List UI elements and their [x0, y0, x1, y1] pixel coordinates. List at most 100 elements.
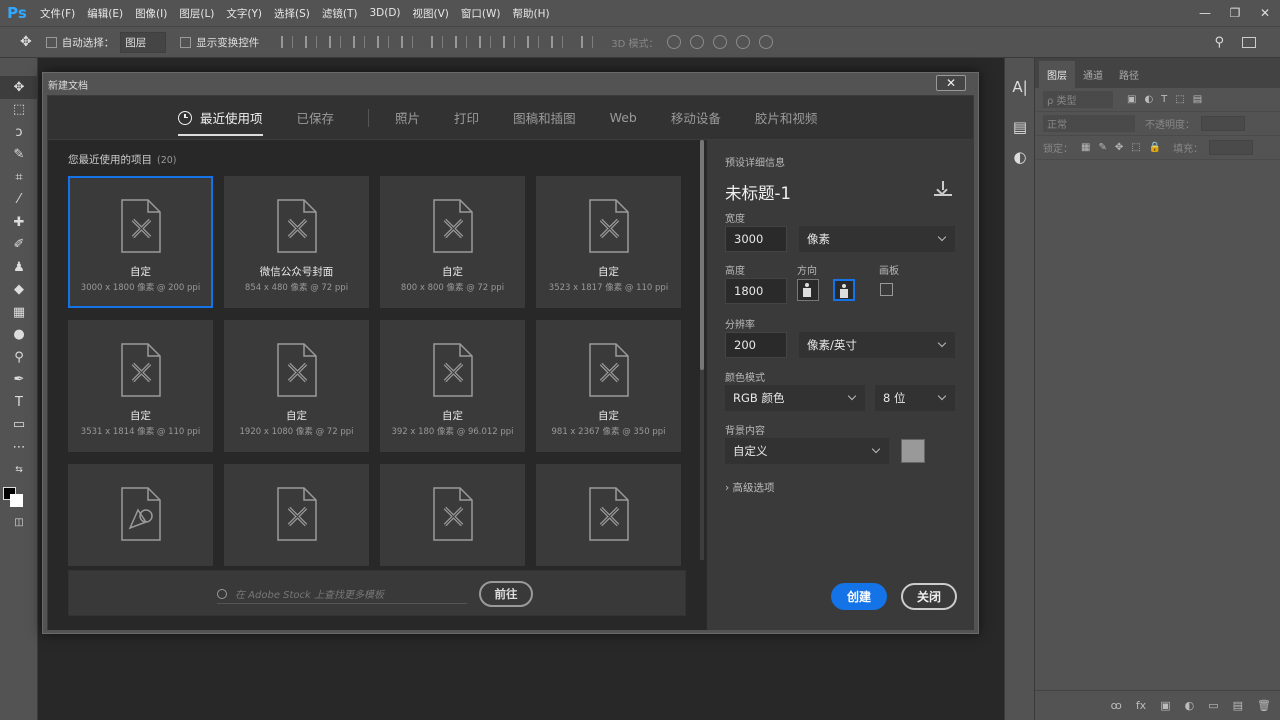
- menu-image[interactable]: 图像(I): [129, 6, 173, 21]
- distribute-left-icon[interactable]: [503, 36, 516, 48]
- presets-scrollbar[interactable]: [700, 140, 704, 560]
- color-swatches-icon[interactable]: [0, 481, 38, 511]
- width-input[interactable]: 3000: [725, 226, 787, 252]
- marquee-tool-icon[interactable]: ⬚: [0, 99, 38, 122]
- menu-filter[interactable]: 滤镜(T): [316, 6, 364, 21]
- tab-channels[interactable]: 通道: [1075, 61, 1111, 88]
- dialog-close-button[interactable]: ✕: [936, 75, 966, 91]
- lock-icons[interactable]: ▦✎✥⬚🔒: [1081, 142, 1169, 153]
- character-panel-icon[interactable]: A|: [1005, 72, 1035, 102]
- stamp-tool-icon[interactable]: ♟: [0, 256, 38, 279]
- close-window-button[interactable]: ✕: [1250, 0, 1280, 26]
- menu-type[interactable]: 文字(Y): [220, 6, 268, 21]
- preset-card[interactable]: [536, 464, 681, 566]
- tab-film-video[interactable]: 胶片和视频: [755, 96, 818, 140]
- menu-edit[interactable]: 编辑(E): [81, 6, 129, 21]
- blend-mode-dropdown[interactable]: 正常: [1043, 115, 1135, 132]
- align-top-icon[interactable]: [281, 36, 294, 48]
- preset-card[interactable]: 自定 3000 x 1800 像素 @ 200 ppi: [68, 176, 213, 308]
- eyedropper-tool-icon[interactable]: ⁄: [0, 189, 38, 212]
- layer-kind-filter[interactable]: ρ 类型: [1043, 91, 1113, 108]
- tab-layers[interactable]: 图层: [1039, 61, 1075, 88]
- type-tool-icon[interactable]: T: [0, 391, 38, 414]
- new-layer-icon[interactable]: ▤: [1233, 699, 1243, 712]
- align-middle-icon[interactable]: [305, 36, 318, 48]
- preset-card[interactable]: [380, 464, 525, 566]
- preset-card[interactable]: 自定 1920 x 1080 像素 @ 72 ppi: [224, 320, 369, 452]
- preset-card[interactable]: [68, 464, 213, 566]
- gradient-tool-icon[interactable]: ▦: [0, 301, 38, 324]
- tab-mobile[interactable]: 移动设备: [671, 96, 721, 140]
- menu-window[interactable]: 窗口(W): [455, 6, 507, 21]
- slide-3d-icon[interactable]: [736, 35, 751, 49]
- menu-select[interactable]: 选择(S): [268, 6, 316, 21]
- tab-art-illustration[interactable]: 图稿和插图: [513, 96, 576, 140]
- eraser-tool-icon[interactable]: ◆: [0, 279, 38, 302]
- tab-photo[interactable]: 照片: [395, 96, 420, 140]
- distribute-top-icon[interactable]: [431, 36, 444, 48]
- advanced-options-toggle[interactable]: › 高级选项: [725, 480, 775, 495]
- auto-select-dropdown[interactable]: 图层: [120, 31, 167, 53]
- minimize-button[interactable]: —: [1190, 0, 1220, 26]
- shape-tool-icon[interactable]: ▭: [0, 414, 38, 437]
- bit-depth-select[interactable]: 8 位: [875, 385, 955, 411]
- link-layers-icon[interactable]: ꝏ: [1111, 699, 1122, 712]
- show-transform-checkbox[interactable]: [180, 36, 192, 48]
- tab-paths[interactable]: 路径: [1111, 61, 1147, 88]
- preset-card[interactable]: 自定 800 x 800 像素 @ 72 ppi: [380, 176, 525, 308]
- tab-recent[interactable]: 最近使用项: [178, 96, 263, 140]
- artboard-checkbox[interactable]: [880, 283, 893, 296]
- quick-select-tool-icon[interactable]: ✎: [0, 144, 38, 167]
- align-center-icon[interactable]: [377, 36, 390, 48]
- scrollbar-thumb[interactable]: [700, 140, 704, 370]
- restore-button[interactable]: ❐: [1220, 0, 1250, 26]
- adjustments-panel-icon[interactable]: ◐: [1005, 142, 1035, 172]
- color-mode-select[interactable]: RGB 颜色: [725, 385, 865, 411]
- healing-tool-icon[interactable]: ✚: [0, 211, 38, 234]
- menu-file[interactable]: 文件(F): [34, 6, 81, 21]
- preset-card[interactable]: 自定 3531 x 1814 像素 @ 110 ppi: [68, 320, 213, 452]
- background-select[interactable]: 自定义: [725, 438, 889, 464]
- auto-align-icon[interactable]: [581, 36, 594, 48]
- menu-view[interactable]: 视图(V): [407, 6, 455, 21]
- width-unit-select[interactable]: 像素: [799, 226, 955, 252]
- tab-saved[interactable]: 已保存: [297, 96, 335, 140]
- dodge-tool-icon[interactable]: ⚲: [0, 346, 38, 369]
- height-input[interactable]: 1800: [725, 278, 787, 304]
- distribute-right-icon[interactable]: [551, 36, 564, 48]
- portrait-orientation-button[interactable]: [797, 279, 819, 301]
- fill-input[interactable]: [1209, 140, 1254, 155]
- go-button[interactable]: 前往: [479, 581, 533, 607]
- delete-layer-icon[interactable]: 🗑: [1257, 699, 1271, 712]
- distribute-center-icon[interactable]: [527, 36, 540, 48]
- add-mask-icon[interactable]: ▣: [1160, 699, 1170, 712]
- background-color-swatch[interactable]: [901, 439, 925, 463]
- menu-help[interactable]: 帮助(H): [507, 6, 556, 21]
- pen-tool-icon[interactable]: ✒: [0, 369, 38, 392]
- document-name[interactable]: 未标题-1: [725, 180, 791, 204]
- pan-3d-icon[interactable]: [713, 35, 728, 49]
- more-tools-icon[interactable]: ⋯: [0, 436, 38, 459]
- menu-3d[interactable]: 3D(D): [363, 7, 406, 19]
- preset-card[interactable]: 自定 981 x 2367 像素 @ 350 ppi: [536, 320, 681, 452]
- save-preset-icon[interactable]: [934, 181, 952, 196]
- crop-tool-icon[interactable]: ⌗: [0, 166, 38, 189]
- blur-tool-icon[interactable]: ●: [0, 324, 38, 347]
- distribute-middle-icon[interactable]: [455, 36, 468, 48]
- resolution-input[interactable]: 200: [725, 332, 787, 358]
- close-button[interactable]: 关闭: [901, 583, 957, 610]
- tab-print[interactable]: 打印: [454, 96, 479, 140]
- align-left-icon[interactable]: [353, 36, 366, 48]
- lasso-tool-icon[interactable]: ↄ: [0, 121, 38, 144]
- scale-3d-icon[interactable]: [759, 35, 774, 49]
- landscape-orientation-button[interactable]: [833, 279, 855, 301]
- tab-web[interactable]: Web: [610, 96, 637, 140]
- fx-icon[interactable]: fx: [1136, 699, 1146, 712]
- preset-card[interactable]: 微信公众号封面 854 x 480 像素 @ 72 ppi: [224, 176, 369, 308]
- preset-card[interactable]: 自定 3523 x 1817 像素 @ 110 ppi: [536, 176, 681, 308]
- search-icon[interactable]: ⚲: [1214, 35, 1224, 50]
- opacity-input[interactable]: [1201, 116, 1245, 131]
- menu-layer[interactable]: 图层(L): [173, 6, 220, 21]
- align-right-icon[interactable]: [401, 36, 414, 48]
- create-button[interactable]: 创建: [831, 583, 887, 610]
